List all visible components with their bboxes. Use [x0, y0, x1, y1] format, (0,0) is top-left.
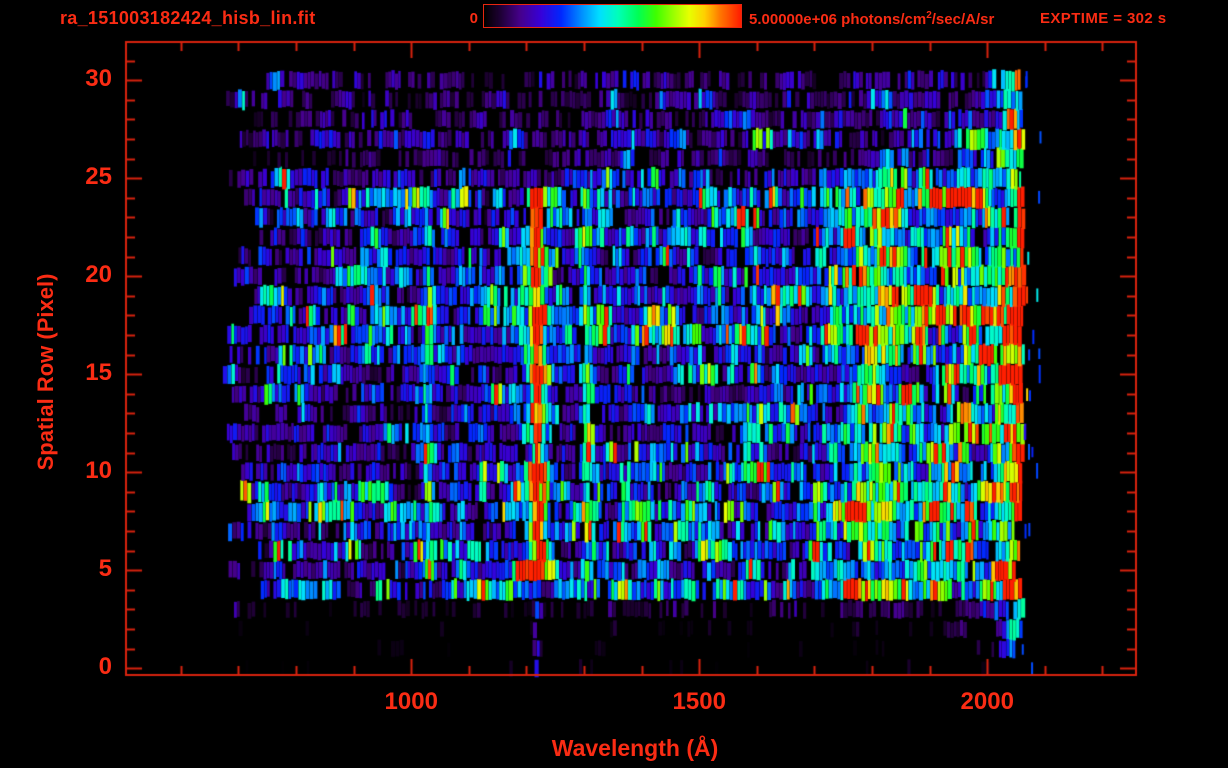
y-tick-label-20: 20: [85, 261, 112, 289]
x-tick-label-1500: 1500: [672, 688, 726, 715]
y-tick-label-25: 25: [85, 163, 112, 191]
colorbar-max-value: 5.00000e+06: [749, 11, 838, 28]
exptime-label: EXPTIME = 302 s: [1040, 10, 1167, 27]
colorbar-gradient: [484, 5, 741, 27]
x-tick-label-2000: 2000: [960, 688, 1014, 715]
y-tick-label-10: 10: [85, 457, 112, 485]
colorbar-units-prefix: photons/cm: [837, 11, 927, 28]
y-tick-label-0: 0: [98, 653, 112, 681]
y-axis-title: Spatial Row (Pixel): [33, 273, 58, 471]
file-title: ra_151003182424_hisb_lin.fit: [60, 8, 316, 28]
colorbar-units-suffix: /sec/A/sr: [931, 11, 995, 28]
y-tick-label-15: 15: [85, 359, 112, 387]
x-tick-label-1000: 1000: [384, 688, 438, 715]
x-axis-title: Wavelength (Å): [551, 735, 719, 761]
y-tick-label-5: 5: [98, 555, 112, 583]
spectral-image-canvas: [0, 0, 1228, 768]
colorbar-max-label: 5.00000e+06 photons/cm2/sec/A/sr: [749, 10, 994, 28]
colorbar-min-label: 0: [469, 10, 478, 27]
colorbar: [483, 4, 742, 28]
spectrogram-window: ra_151003182424_hisb_lin.fit 0 5.00000e+…: [0, 0, 1228, 768]
y-tick-label-30: 30: [85, 65, 112, 93]
